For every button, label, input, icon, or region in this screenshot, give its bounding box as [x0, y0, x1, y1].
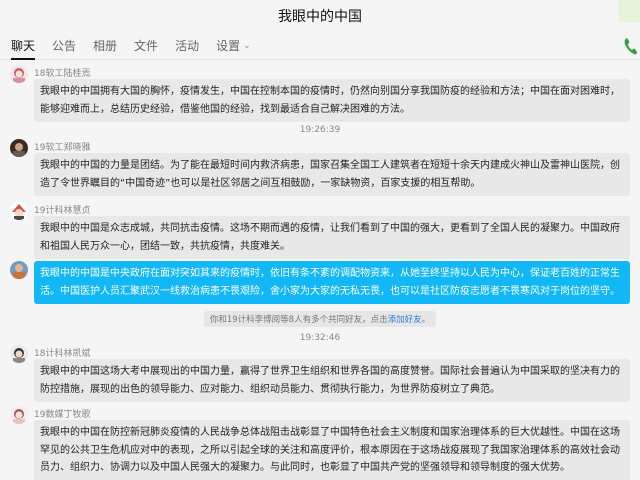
- sender-name: 18软工陆桂焉: [34, 69, 91, 79]
- message-bubble: 我眼中的中国的力量是团结。为了能在最短时间内救济病患，国家召集全国工人建筑者在短…: [34, 153, 630, 196]
- message-bubble: 我眼中的中国拥有大国的胸怀，疫情发生，中国在控制本国的疫情时，仍然向别国分享我国…: [34, 79, 630, 122]
- tab-activities[interactable]: 活动: [175, 32, 199, 60]
- tab-album[interactable]: 相册: [93, 32, 117, 60]
- message-bubble: 我眼中的中国是众志成城，共同抗击疫情。这场不期而遇的疫情，让我们看到了中国的强大…: [34, 216, 630, 259]
- tab-files[interactable]: 文件: [134, 32, 158, 60]
- message-item-self: 我眼中的中国是中央政府在面对突如其来的疫情时，依旧有条不紊的调配物资来，从她至终…: [10, 261, 630, 304]
- sender-name: 19数媒丁牧歌: [34, 410, 91, 420]
- timestamp: 19:26:39: [299, 125, 341, 135]
- message-bubble: 我眼中的中国这场大考中展现出的中国力量，赢得了世界卫生组织和世界各国的高度赞誉。…: [34, 359, 630, 402]
- notice-text: 你和19计科李博阅等8人有多个共同好友，点击: [209, 315, 388, 325]
- avatar[interactable]: [10, 139, 28, 157]
- message-item: 18软工陆桂焉 我眼中的中国拥有大国的胸怀，疫情发生，中国在控制本国的疫情时，仍…: [10, 65, 630, 122]
- character-avatar-icon: [10, 202, 28, 220]
- message-bubble-self: 我眼中的中国是中央政府在面对突如其来的疫情时，依旧有条不紊的调配物资来，从她至终…: [34, 261, 630, 304]
- anime-avatar-icon: [10, 65, 28, 83]
- message-item: 19软工郑晓雅 我眼中的中国的力量是团结。为了能在最短时间内救济病患，国家召集全…: [10, 139, 630, 196]
- photo-avatar-icon: [10, 261, 28, 279]
- avatar[interactable]: [10, 65, 28, 83]
- window-title: 我眼中的中国: [278, 9, 362, 25]
- tab-bar: 聊天 公告 相册 文件 活动 设置 ⌄: [0, 32, 640, 60]
- character-avatar-icon: [10, 406, 28, 424]
- tab-announcement[interactable]: 公告: [52, 32, 76, 60]
- timestamp: 19:32:46: [299, 333, 341, 343]
- sender-name: 18计科林凯斌: [34, 349, 91, 359]
- avatar[interactable]: [10, 345, 28, 363]
- sender-name: 19计科林慧贞: [34, 206, 91, 216]
- tab-settings[interactable]: 设置 ⌄: [216, 32, 251, 60]
- add-friend-notice: 你和19计科李博阅等8人有多个共同好友，点击添加好友。: [203, 311, 437, 327]
- tab-label: 聊天: [11, 39, 36, 53]
- photo-avatar-icon: [10, 139, 28, 157]
- message-bubble: 我眼中的中国在防控新冠肺炎疫情的人民战争总体战阻击战彰显了中国特色社会主义制度和…: [34, 420, 630, 480]
- avatar[interactable]: [10, 406, 28, 424]
- message-item: 18计科林凯斌 我眼中的中国这场大考中展现出的中国力量，赢得了世界卫生组织和世界…: [10, 345, 630, 402]
- add-friend-link[interactable]: 添加好友: [388, 315, 422, 325]
- avatar[interactable]: [10, 261, 28, 279]
- title-bar: 我眼中的中国: [0, 0, 640, 32]
- tab-label: 公告: [52, 39, 77, 53]
- tab-label: 设置: [216, 39, 241, 53]
- corner-flag[interactable]: [618, 0, 640, 22]
- notice-text: 。: [421, 315, 431, 325]
- character-avatar-icon: [10, 345, 28, 363]
- tab-label: 文件: [134, 39, 159, 53]
- sender-name: 19软工郑晓雅: [34, 143, 91, 153]
- chevron-down-icon: ⌄: [243, 40, 251, 51]
- tab-chat[interactable]: 聊天: [11, 32, 36, 60]
- phone-icon[interactable]: [624, 37, 638, 55]
- message-list[interactable]: 18软工陆桂焉 我眼中的中国拥有大国的胸怀，疫情发生，中国在控制本国的疫情时，仍…: [0, 60, 640, 480]
- tab-label: 相册: [93, 39, 118, 53]
- message-item: 19计科林慧贞 我眼中的中国是众志成城，共同抗击疫情。这场不期而遇的疫情，让我们…: [10, 202, 630, 259]
- avatar[interactable]: [10, 202, 28, 220]
- message-item: 19数媒丁牧歌 我眼中的中国在防控新冠肺炎疫情的人民战争总体战阻击战彰显了中国特…: [10, 406, 630, 480]
- tab-label: 活动: [175, 39, 200, 53]
